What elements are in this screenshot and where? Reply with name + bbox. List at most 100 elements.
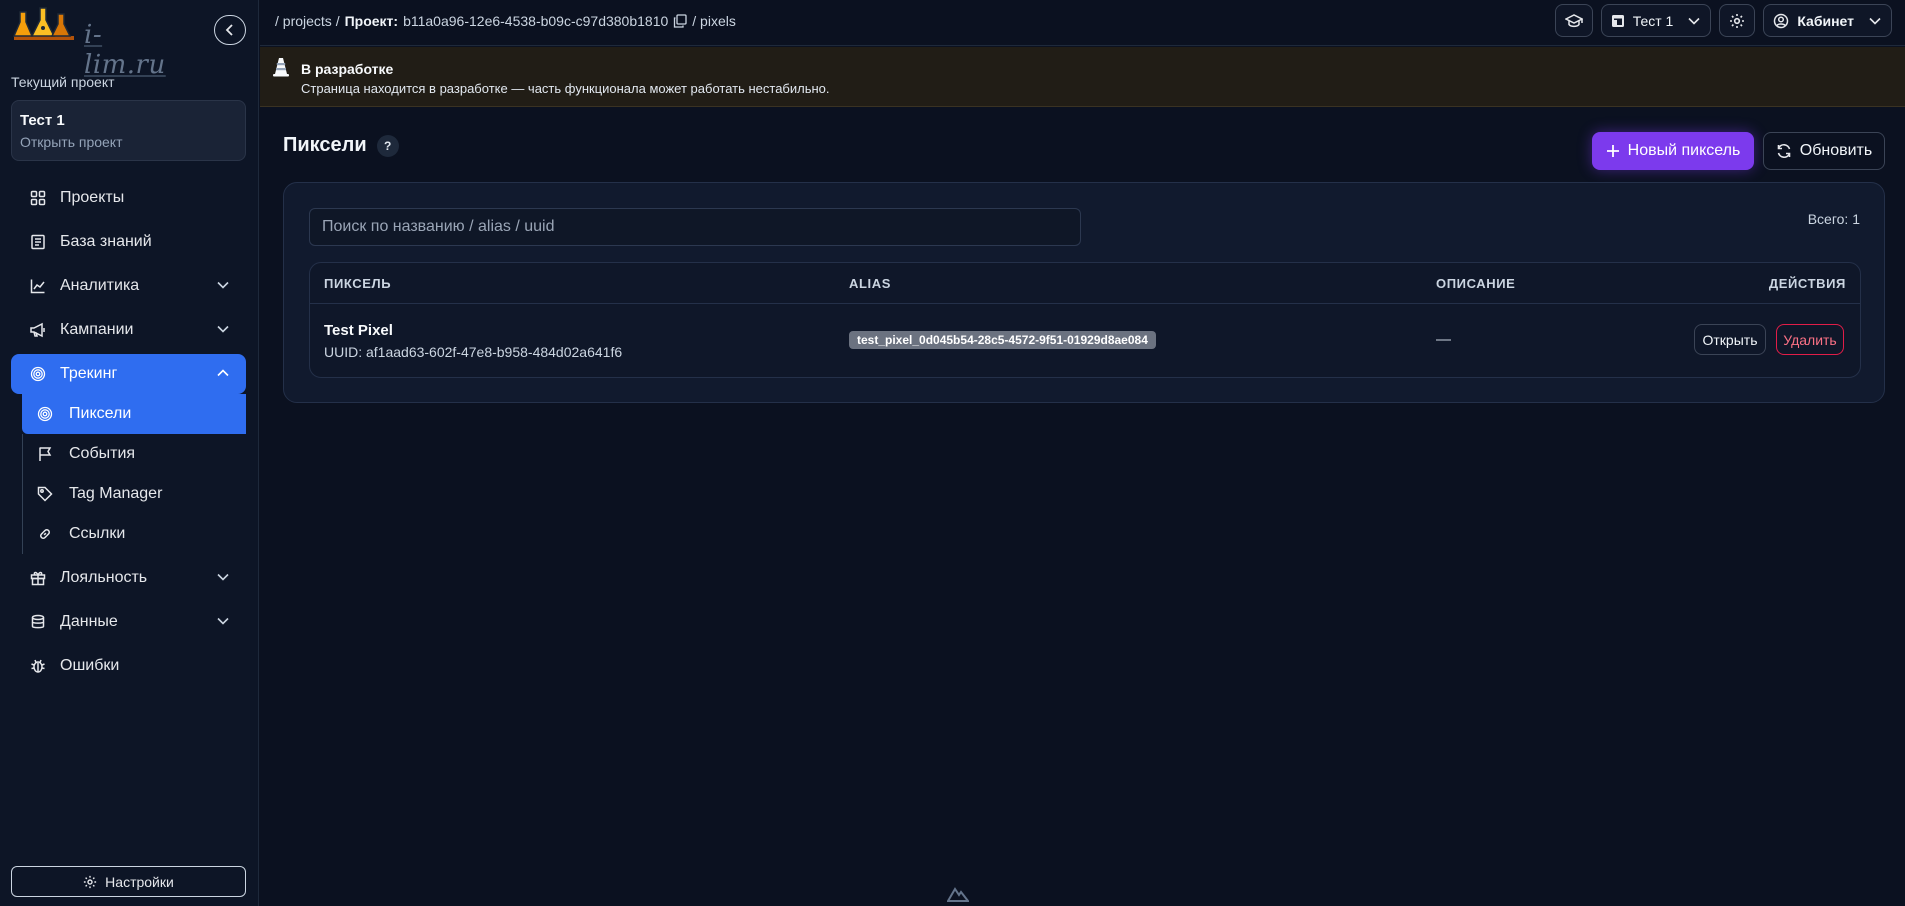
crumb-projects[interactable]: / projects / bbox=[275, 13, 340, 29]
current-project-label: Текущий проект bbox=[11, 74, 115, 90]
sidebar-item-label: Кампании bbox=[60, 321, 134, 338]
gear-icon bbox=[1729, 13, 1745, 29]
open-pixel-button[interactable]: Открыть bbox=[1694, 324, 1766, 355]
sidebar-item-analytics[interactable]: Аналитика bbox=[11, 266, 246, 306]
brand-logo[interactable]: i-lim.ru bbox=[12, 6, 172, 80]
sidebar-item-label: Лояльность bbox=[60, 569, 148, 586]
sidebar-subitem-label: Tag Manager bbox=[69, 485, 163, 502]
new-pixel-button[interactable]: Новый пиксель bbox=[1592, 132, 1754, 170]
banner-text: Страница находится в разработке — часть … bbox=[301, 81, 830, 96]
settings-button[interactable]: Настройки bbox=[11, 866, 246, 897]
link-icon bbox=[35, 524, 55, 544]
user-circle-icon bbox=[1773, 13, 1789, 29]
dev-warning-banner: В разработке Страница находится в разраб… bbox=[260, 47, 1905, 107]
banner-title: В разработке bbox=[301, 61, 394, 77]
settings-gear-button[interactable] bbox=[1719, 4, 1756, 37]
bug-icon bbox=[28, 656, 48, 676]
sidebar-subitem-label: Пиксели bbox=[69, 405, 132, 422]
project-select[interactable]: Тест 1 bbox=[1600, 4, 1712, 37]
sidebar-subitem-events[interactable]: События bbox=[22, 434, 246, 474]
collapse-sidebar-button[interactable] bbox=[214, 15, 246, 45]
tracking-submenu: Пиксели События Tag Manager Ссылки bbox=[22, 394, 246, 554]
copy-icon[interactable] bbox=[673, 14, 687, 28]
tag-icon bbox=[35, 484, 55, 504]
sidebar-item-data[interactable]: Данные bbox=[11, 602, 246, 642]
traffic-cone-icon bbox=[272, 57, 290, 77]
logo-text: i-lim.ru bbox=[84, 20, 166, 80]
pixel-name-cell: Test Pixel UUID: af1aad63-602f-47e8-b958… bbox=[324, 322, 622, 360]
pixels-card: Всего: 1 ПИКСЕЛЬ ALIAS ОПИСАНИЕ ДЕЙСТВИЯ… bbox=[283, 182, 1885, 403]
sidebar-item-loyalty[interactable]: Лояльность bbox=[11, 558, 246, 598]
chevron-down-icon bbox=[217, 325, 229, 333]
open-project-link[interactable]: Открыть проект bbox=[20, 134, 237, 150]
new-pixel-label: Новый пиксель bbox=[1627, 142, 1741, 159]
crumb-pixels[interactable]: / pixels bbox=[692, 13, 736, 29]
search-input[interactable] bbox=[309, 208, 1081, 246]
column-header-description: ОПИСАНИЕ bbox=[1436, 276, 1516, 291]
cabinet-label: Кабинет bbox=[1797, 12, 1854, 29]
chevron-down-icon bbox=[217, 573, 229, 581]
help-icon[interactable]: ? bbox=[376, 134, 399, 157]
chevron-left-icon bbox=[225, 24, 233, 36]
table-row: Test Pixel UUID: af1aad63-602f-47e8-b958… bbox=[310, 304, 1860, 377]
sidebar-item-label: Аналитика bbox=[60, 277, 140, 294]
sidebar-item-errors[interactable]: Ошибки bbox=[11, 646, 246, 686]
learning-button[interactable] bbox=[1554, 4, 1593, 37]
topbar: / projects / Проект: b11a0a96-12e6-4538-… bbox=[260, 0, 1905, 46]
graduation-cap-icon bbox=[1564, 13, 1583, 29]
pixels-table: ПИКСЕЛЬ ALIAS ОПИСАНИЕ ДЕЙСТВИЯ Test Pix… bbox=[309, 262, 1861, 378]
sidebar-subitem-tag-manager[interactable]: Tag Manager bbox=[22, 474, 246, 514]
refresh-icon bbox=[1776, 143, 1792, 159]
sidebar-subitem-label: События bbox=[69, 445, 136, 462]
flag-icon bbox=[35, 444, 55, 464]
sidebar-item-label: База знаний bbox=[60, 233, 152, 250]
topbar-actions: Тест 1 Кабинет bbox=[1554, 4, 1892, 37]
fingerprint-icon bbox=[35, 404, 55, 424]
sidebar-item-projects[interactable]: Проекты bbox=[11, 178, 246, 218]
column-header-alias: ALIAS bbox=[849, 276, 891, 291]
database-icon bbox=[28, 612, 48, 632]
mountain-logo-icon bbox=[947, 886, 969, 902]
sidebar-item-campaigns[interactable]: Кампании bbox=[11, 310, 246, 350]
sidebar: i-lim.ru Текущий проект Тест 1 Открыть п… bbox=[0, 0, 259, 906]
refresh-label: Обновить bbox=[1799, 142, 1873, 159]
breadcrumb: / projects / Проект: b11a0a96-12e6-4538-… bbox=[275, 13, 736, 29]
chevron-down-icon bbox=[1688, 17, 1700, 25]
fingerprint-icon bbox=[28, 364, 48, 384]
gift-icon bbox=[28, 568, 48, 588]
sidebar-subitem-label: Ссылки bbox=[69, 525, 126, 542]
total-count: Всего: 1 bbox=[1807, 211, 1860, 227]
column-header-pixel: ПИКСЕЛЬ bbox=[324, 276, 392, 291]
window-icon bbox=[1611, 14, 1625, 28]
megaphone-icon bbox=[28, 320, 48, 340]
sidebar-item-label: Данные bbox=[60, 613, 118, 630]
sidebar-subitem-pixels[interactable]: Пиксели bbox=[22, 394, 246, 434]
sidebar-item-label: Проекты bbox=[60, 189, 125, 206]
sidebar-subitem-links[interactable]: Ссылки bbox=[22, 514, 246, 554]
gear-icon bbox=[83, 875, 97, 889]
sidebar-item-tracking[interactable]: Трекинг bbox=[11, 354, 246, 394]
column-header-actions: ДЕЙСТВИЯ bbox=[1768, 276, 1846, 291]
chevron-up-icon bbox=[217, 369, 229, 377]
sidebar-nav: Проекты База знаний Аналитика Кампании Т… bbox=[11, 178, 246, 690]
chart-line-icon bbox=[28, 276, 48, 296]
alias-badge: test_pixel_0d045b54-28c5-4572-9f51-01929… bbox=[849, 331, 1156, 349]
delete-pixel-button[interactable]: Удалить bbox=[1776, 324, 1844, 355]
settings-label: Настройки bbox=[105, 873, 174, 890]
table-header: ПИКСЕЛЬ ALIAS ОПИСАНИЕ ДЕЙСТВИЯ bbox=[310, 263, 1860, 304]
cabinet-menu[interactable]: Кабинет bbox=[1763, 4, 1892, 37]
page-title: Пиксели ? bbox=[283, 134, 399, 157]
current-project-card[interactable]: Тест 1 Открыть проект bbox=[11, 100, 246, 161]
pixel-description: — bbox=[1436, 331, 1451, 348]
chevron-down-icon bbox=[217, 617, 229, 625]
pixel-uuid: UUID: af1aad63-602f-47e8-b958-484d02a641… bbox=[324, 344, 623, 360]
flask-logo-icon bbox=[12, 7, 74, 40]
sidebar-item-knowledge-base[interactable]: База знаний bbox=[11, 222, 246, 262]
sidebar-item-label: Ошибки bbox=[60, 657, 120, 674]
crumb-project-id[interactable]: b11a0a96-12e6-4538-b09c-c97d380b1810 bbox=[403, 13, 668, 29]
book-icon bbox=[28, 232, 48, 252]
chevron-down-icon bbox=[217, 281, 229, 289]
grid-icon bbox=[28, 188, 48, 208]
refresh-button[interactable]: Обновить bbox=[1763, 132, 1885, 170]
crumb-project-label: Проект: bbox=[344, 13, 399, 29]
